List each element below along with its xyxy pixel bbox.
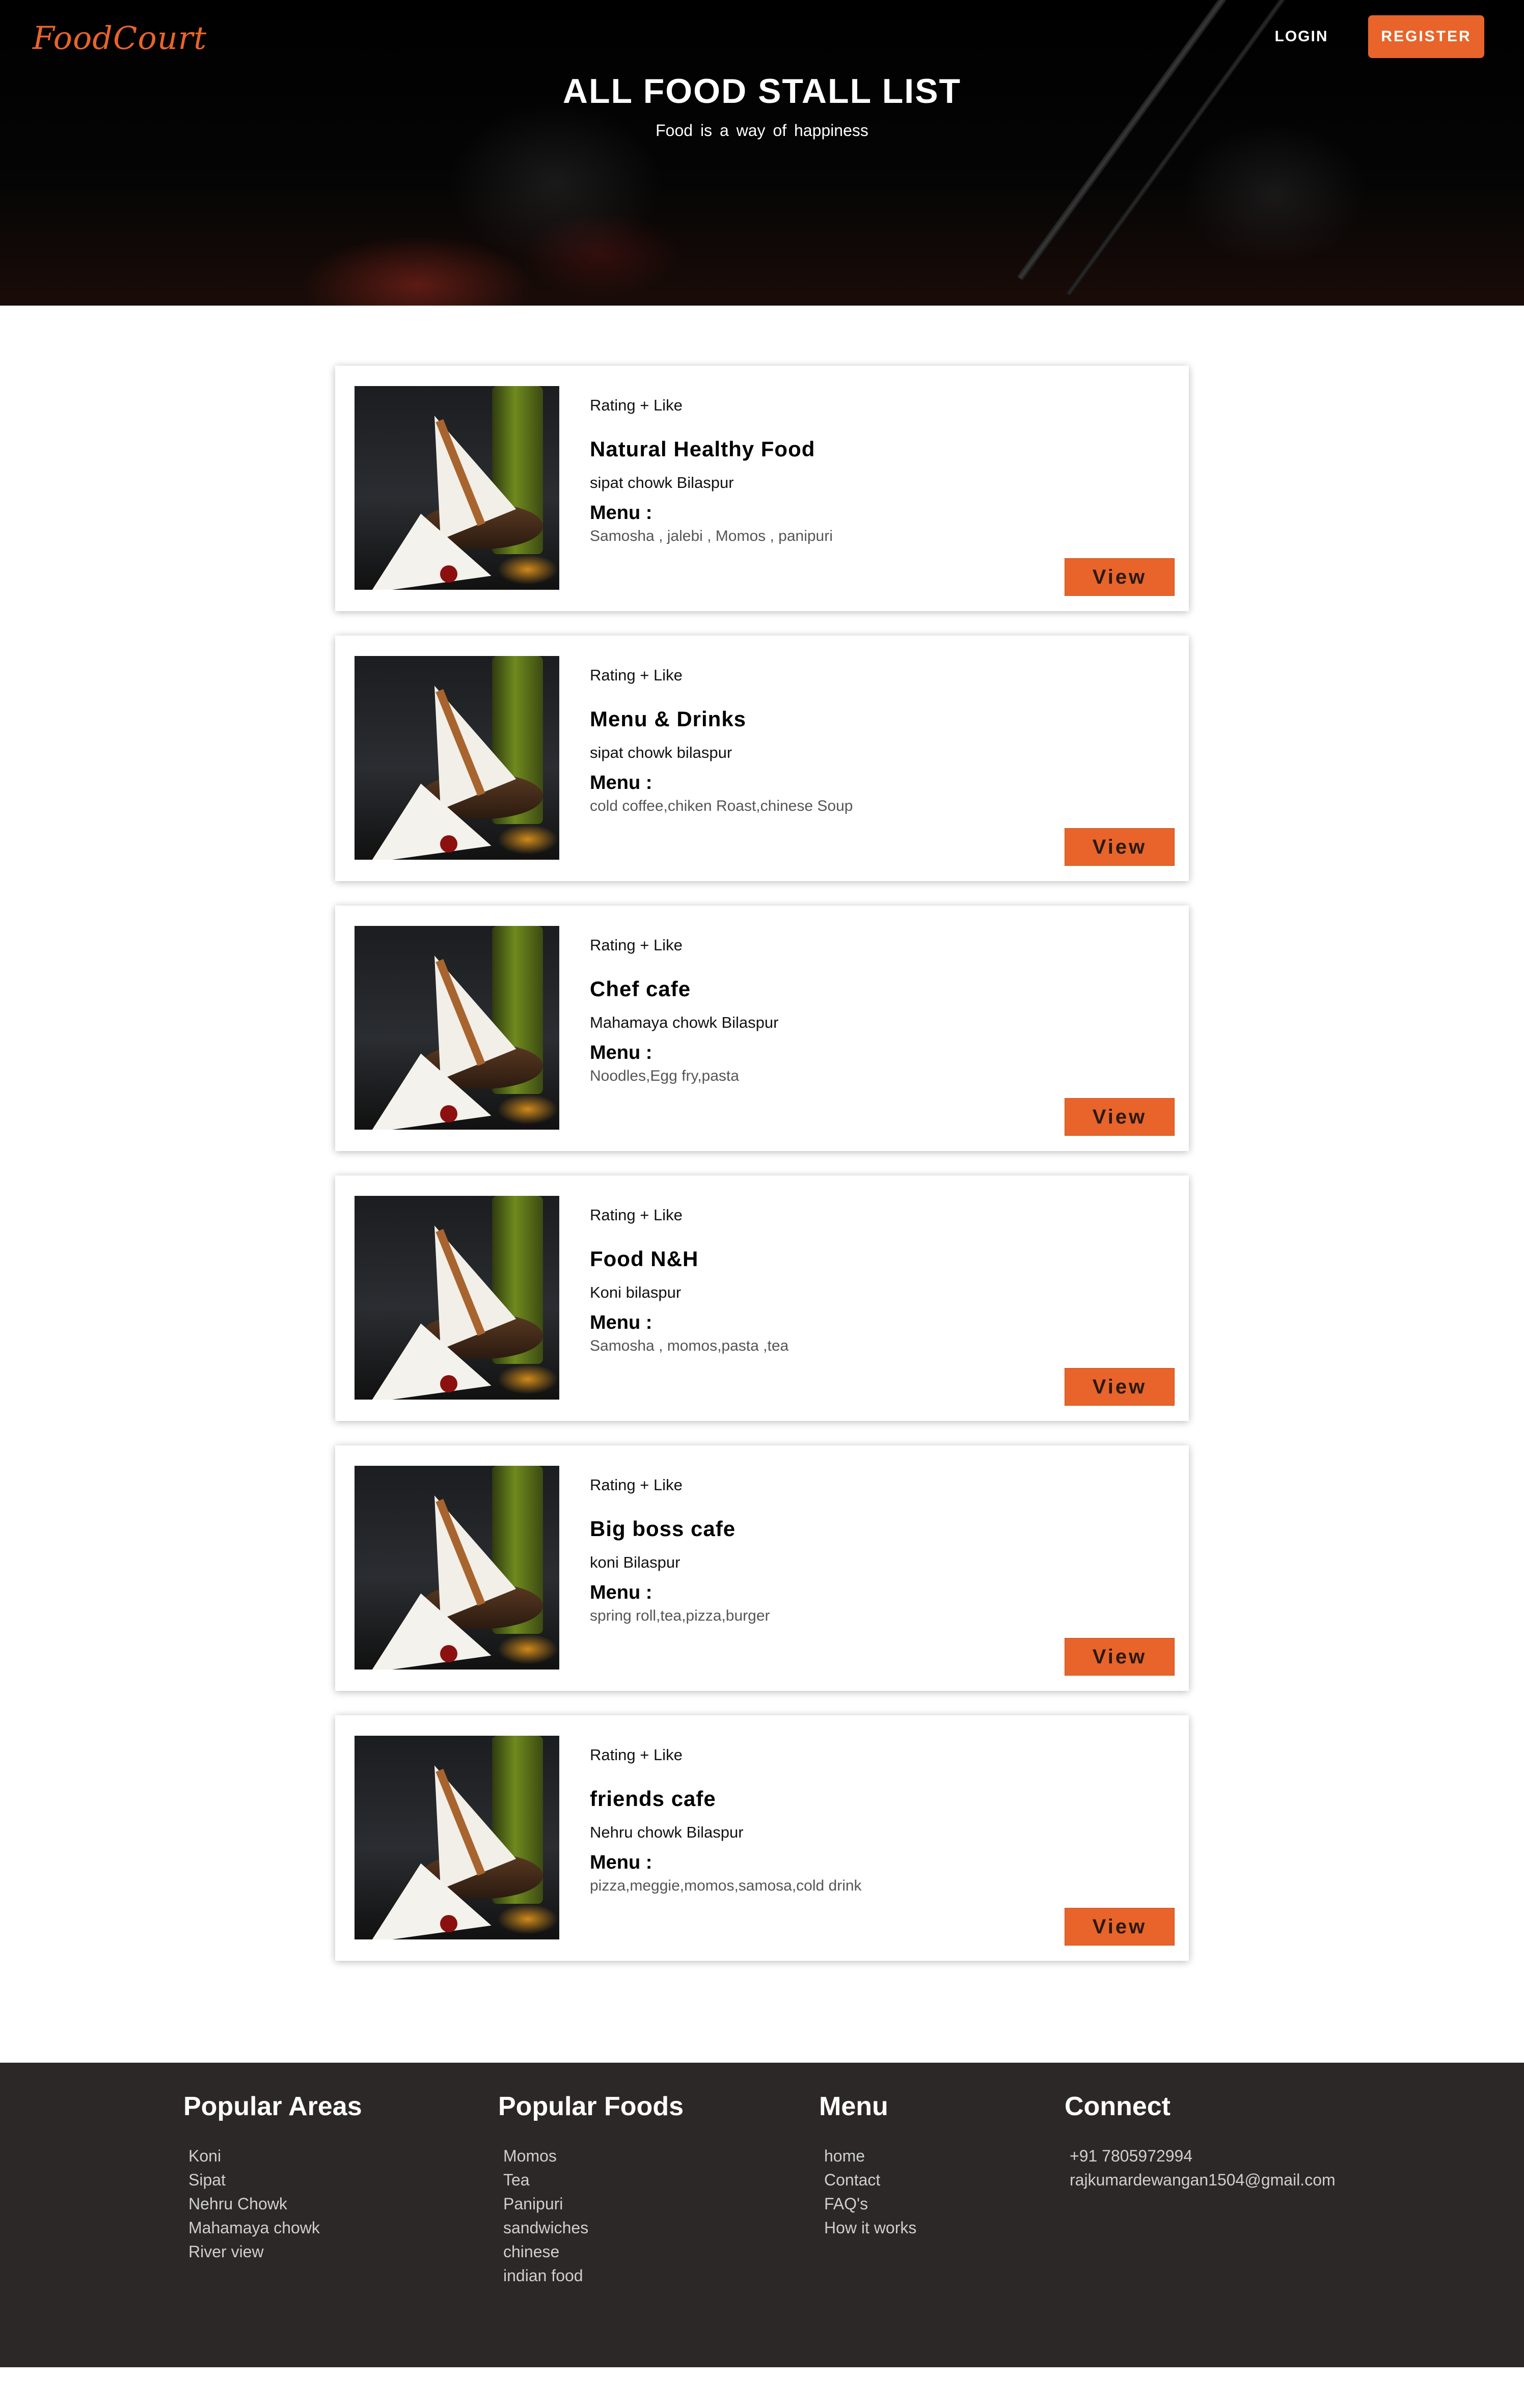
stall-rating: Rating + Like xyxy=(590,936,683,954)
stall-menu-label: Menu : xyxy=(590,1312,652,1333)
stall-card: Rating + Like Food N&H Koni bilaspur Men… xyxy=(335,1175,1189,1421)
hero-fork-decoration xyxy=(1017,0,1239,281)
footer-link[interactable]: River view xyxy=(188,2240,362,2264)
stall-name: Menu & Drinks xyxy=(590,707,747,731)
footer-link-home[interactable]: home xyxy=(824,2144,916,2168)
stall-card: Rating + Like Menu & Drinks sipat chowk … xyxy=(335,636,1189,881)
stall-image xyxy=(355,926,559,1130)
footer-link-contact[interactable]: Contact xyxy=(824,2168,916,2192)
stall-image xyxy=(355,1466,559,1670)
footer-link-how-it-works[interactable]: How it works xyxy=(824,2216,916,2240)
footer-link[interactable]: Momos xyxy=(503,2144,684,2168)
register-button[interactable]: REGISTER xyxy=(1368,15,1484,58)
stall-image xyxy=(355,386,559,590)
stall-image xyxy=(355,656,559,860)
stall-location: koni Bilaspur xyxy=(590,1553,681,1571)
footer-link[interactable]: Sipat xyxy=(188,2168,362,2192)
stall-rating: Rating + Like xyxy=(590,1476,683,1494)
stall-name: Natural Healthy Food xyxy=(590,437,815,461)
stall-list: Rating + Like Natural Healthy Food sipat… xyxy=(335,366,1189,1985)
stall-location: sipat chowk Bilaspur xyxy=(590,474,734,491)
page-subtitle: Food is a way of happiness xyxy=(656,121,868,140)
stall-image xyxy=(355,1196,559,1400)
footer-menu: Menu home Contact FAQ's How it works xyxy=(819,2091,916,2240)
footer-heading: Popular Foods xyxy=(498,2092,684,2121)
stall-menu-label: Menu : xyxy=(590,1852,652,1873)
stall-name: Food N&H xyxy=(590,1247,699,1271)
stall-menu-label: Menu : xyxy=(590,1042,652,1063)
footer-link[interactable]: sandwiches xyxy=(503,2216,684,2240)
footer-link[interactable]: Tea xyxy=(503,2168,684,2192)
footer-heading: Popular Areas xyxy=(183,2092,362,2121)
footer-link[interactable]: Koni xyxy=(188,2144,362,2168)
view-button[interactable]: View xyxy=(1065,1368,1175,1406)
stall-card: Rating + Like Chef cafe Mahamaya chowk B… xyxy=(335,906,1189,1151)
stall-menu-label: Menu : xyxy=(590,1582,652,1603)
stall-location: Mahamaya chowk Bilaspur xyxy=(590,1014,779,1031)
stall-menu-items: cold coffee,chiken Roast,chinese Soup xyxy=(590,798,853,814)
hero-banner: FoodCourt LOGIN REGISTER ALL FOOD STALL … xyxy=(0,0,1524,306)
footer-phone[interactable]: +91 7805972994 xyxy=(1070,2144,1336,2168)
footer-link[interactable]: Mahamaya chowk xyxy=(188,2216,362,2240)
site-footer: Popular Areas Koni Sipat Nehru Chowk Mah… xyxy=(0,2063,1524,2367)
view-button[interactable]: View xyxy=(1065,1908,1175,1946)
site-logo[interactable]: FoodCourt xyxy=(33,19,207,57)
stall-rating: Rating + Like xyxy=(590,666,683,684)
page-title: ALL FOOD STALL LIST xyxy=(562,72,962,111)
footer-connect: Connect +91 7805972994 rajkumardewangan1… xyxy=(1065,2091,1336,2192)
stall-menu-items: Samosha , jalebi , Momos , panipuri xyxy=(590,528,833,544)
view-button[interactable]: View xyxy=(1065,828,1175,866)
stall-rating: Rating + Like xyxy=(590,1746,683,1764)
footer-heading: Connect xyxy=(1065,2092,1171,2121)
footer-popular-areas: Popular Areas Koni Sipat Nehru Chowk Mah… xyxy=(183,2091,362,2264)
stall-location: sipat chowk bilaspur xyxy=(590,744,732,761)
stall-menu-items: Noodles,Egg fry,pasta xyxy=(590,1068,739,1084)
stall-location: Koni bilaspur xyxy=(590,1283,682,1301)
stall-rating: Rating + Like xyxy=(590,396,683,414)
footer-email[interactable]: rajkumardewangan1504@gmail.com xyxy=(1070,2168,1336,2192)
stall-name: Chef cafe xyxy=(590,977,691,1001)
footer-link[interactable]: Panipuri xyxy=(503,2192,684,2216)
stall-card: Rating + Like Big boss cafe koni Bilaspu… xyxy=(335,1445,1189,1691)
view-button[interactable]: View xyxy=(1065,1638,1175,1676)
stall-menu-items: pizza,meggie,momos,samosa,cold drink xyxy=(590,1877,862,1894)
footer-heading: Menu xyxy=(819,2092,888,2121)
stall-card: Rating + Like Natural Healthy Food sipat… xyxy=(335,366,1189,611)
view-button[interactable]: View xyxy=(1065,1098,1175,1136)
footer-link[interactable]: chinese xyxy=(503,2240,684,2264)
stall-name: Big boss cafe xyxy=(590,1517,736,1541)
login-button[interactable]: LOGIN xyxy=(1263,15,1340,58)
stall-rating: Rating + Like xyxy=(590,1206,683,1224)
view-button[interactable]: View xyxy=(1065,558,1175,596)
stall-location: Nehru chowk Bilaspur xyxy=(590,1823,744,1841)
stall-name: friends cafe xyxy=(590,1787,716,1811)
footer-link-faq[interactable]: FAQ's xyxy=(824,2192,916,2216)
footer-link[interactable]: indian food xyxy=(503,2264,684,2288)
stall-image xyxy=(355,1736,559,1939)
stall-menu-items: Samosha , momos,pasta ,tea xyxy=(590,1337,789,1354)
stall-menu-label: Menu : xyxy=(590,772,652,793)
footer-popular-foods: Popular Foods Momos Tea Panipuri sandwic… xyxy=(498,2091,684,2288)
footer-link[interactable]: Nehru Chowk xyxy=(188,2192,362,2216)
stall-menu-label: Menu : xyxy=(590,502,652,524)
stall-card: Rating + Like friends cafe Nehru chowk B… xyxy=(335,1715,1189,1961)
stall-menu-items: spring roll,tea,pizza,burger xyxy=(590,1607,770,1624)
